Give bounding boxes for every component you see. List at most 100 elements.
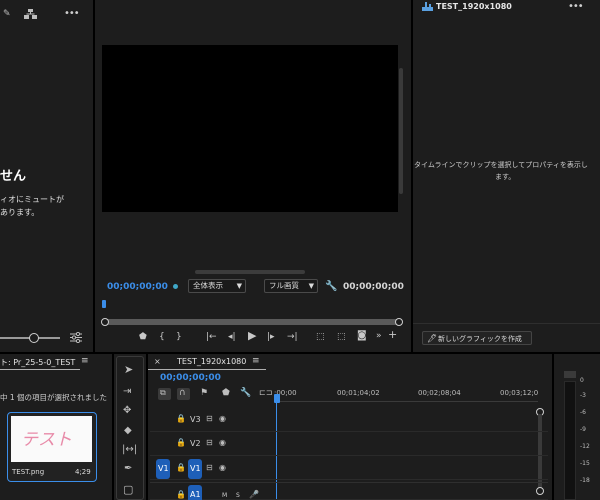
playhead-marker[interactable] [102,300,106,308]
meter-label-15: -15 [580,460,590,467]
clip-duration: 4;29 [75,468,91,476]
selection-tool-icon[interactable]: ➤ [124,364,133,375]
project-tab-underline [0,369,80,370]
track-row-v3: 🔒 V3 ⊟ ◉ [150,408,548,432]
add-marker-icon[interactable]: ⬟ [222,389,230,398]
selection-status: 中 1 個の項目が選択されました [0,393,108,402]
mute-message-line1: ィオにミュートが [0,195,64,204]
scrub-end-handle[interactable] [395,318,403,326]
new-graphic-button[interactable]: 🖊 新しいグラフィックを作成 [422,331,532,345]
sync-lock-icon[interactable]: ⊟ [206,464,213,472]
razor-tool-icon[interactable]: ◆ [124,426,132,436]
sequence-icon [422,2,433,11]
source-panel: ✎ ••• せん ィオにミュートが あります。 [0,0,93,352]
go-to-in-icon[interactable]: |← [206,332,217,342]
panel-menu-icon[interactable]: ≡ [252,356,260,366]
playhead-timecode[interactable]: 00;00;00;00 [107,282,168,292]
snap-toggle-button[interactable]: ∩ [177,388,190,400]
clip-thumbnail: テスト [11,416,92,462]
scrub-start-handle[interactable] [101,318,109,326]
close-tab-button[interactable]: × [154,357,161,366]
timeline-timecode[interactable]: 00;00;00;00 [160,373,221,383]
clip-thumbnail-text: テスト [21,430,72,450]
zoom-dropdown[interactable]: 全体表示 ▼ [188,279,246,293]
sync-lock-icon[interactable]: ⊟ [206,439,213,447]
mark-out-icon[interactable]: } [176,332,182,342]
go-to-out-icon[interactable]: →| [287,332,298,342]
more-controls-icon[interactable]: » [376,331,382,341]
play-icon[interactable]: ▶ [248,330,256,341]
solo-button[interactable]: S [236,492,240,499]
track-select-icon[interactable]: ⇥ [123,387,131,397]
slip-tool-icon[interactable]: |↔| [122,445,137,455]
microphone-icon[interactable]: 🎤 [249,491,259,499]
volume-slider-handle[interactable] [29,333,39,343]
playhead-head[interactable] [274,394,280,403]
source-patch-v1[interactable]: V1 [156,459,170,479]
nest-toggle-button[interactable]: ⧉ [158,388,171,400]
rectangle-tool-icon[interactable]: ▢ [123,484,133,495]
slider-settings-icon[interactable] [70,332,82,343]
tools-panel: ➤ ⇥ ✥ ◆ |↔| ✒ ▢ [114,354,146,500]
eye-icon[interactable]: ◉ [219,464,226,472]
pencil-icon[interactable]: ✎ [3,10,11,19]
mute-button[interactable]: M [222,492,227,499]
extract-icon[interactable]: ⬚ [337,332,346,342]
wrench-icon[interactable]: 🔧 [325,282,337,292]
track-target-a1[interactable]: A1 [188,485,202,500]
sync-lock-icon[interactable]: ⊟ [206,415,213,423]
meter-label-0: 0 [580,377,584,384]
meter-top-button[interactable] [564,371,576,378]
panel-menu-button[interactable]: ••• [568,1,584,12]
monitor-divider-handle[interactable] [195,270,305,274]
step-back-icon[interactable]: ◂| [228,332,236,342]
eye-icon[interactable]: ◉ [219,439,226,447]
ripple-edit-icon[interactable]: ✥ [123,406,131,416]
scrub-bar[interactable] [105,319,399,325]
program-monitor-panel: 00;00;00;00 全体表示 ▼ フル画質 ▼ 🔧 00;00;00;00 ⬟ … [95,0,411,352]
marker-dot-icon [173,284,178,289]
properties-title: TEST_1920x1080 [436,2,512,11]
linked-selection-icon[interactable]: ⚑ [200,389,208,398]
settings-nodes-icon[interactable] [24,9,38,19]
ruler-label-3: 00;03;12;0 [500,389,539,397]
mark-in-icon[interactable]: { [159,332,165,342]
step-forward-icon[interactable]: |▸ [267,332,275,342]
add-marker-icon[interactable]: ⬟ [139,332,147,342]
track-label-a1: A1 [190,490,201,499]
add-button-icon[interactable]: + [388,329,397,340]
clip-card[interactable]: テスト TEST.png 4;29 [7,412,97,482]
captions-icon[interactable]: ⊏⊐ [259,389,272,397]
quality-dropdown-value: フル画質 [269,281,299,290]
quality-dropdown[interactable]: フル画質 ▼ [264,279,318,293]
panel-menu-button[interactable]: ••• [64,8,80,19]
nest-icon: ⧉ [160,388,166,397]
lock-icon[interactable]: 🔒 [176,415,186,423]
camera-icon[interactable]: ◙ [357,331,367,341]
eye-icon[interactable]: ◉ [219,415,226,423]
magnet-icon: ∩ [179,388,186,398]
meter-bar [564,381,576,500]
lock-icon[interactable]: 🔒 [176,491,186,499]
source-patch-label: V1 [158,464,169,473]
project-panel: ト: Pr_25-5-0_TEST ≡ 中 1 個の項目が選択されました テスト… [0,354,112,500]
ruler-ticks [276,398,538,402]
timeline-tab-title[interactable]: TEST_1920x1080 [177,357,246,366]
no-clip-heading: せん [0,169,27,184]
track-label-v3: V3 [190,415,201,424]
lift-icon[interactable]: ⬚ [316,332,325,342]
lock-icon[interactable]: 🔒 [176,464,186,472]
monitor-scrollbar[interactable] [399,68,403,194]
pen-tool-icon[interactable]: ✒ [124,464,132,474]
lock-icon[interactable]: 🔒 [176,439,186,447]
duration-timecode: 00;00;00;00 [343,282,404,292]
panel-menu-icon[interactable]: ≡ [81,356,89,366]
track-target-v1[interactable]: V1 [188,459,202,479]
track-label-v2: V2 [190,439,201,448]
chevron-down-icon: ▼ [308,282,314,290]
ruler-label-2: 00;02;08;04 [418,389,461,397]
meter-label-3: -3 [580,392,586,399]
ruler-label-1: 00;01;04;02 [337,389,380,397]
meter-label-12: -12 [580,443,590,450]
wrench-icon[interactable]: 🔧 [240,389,251,398]
